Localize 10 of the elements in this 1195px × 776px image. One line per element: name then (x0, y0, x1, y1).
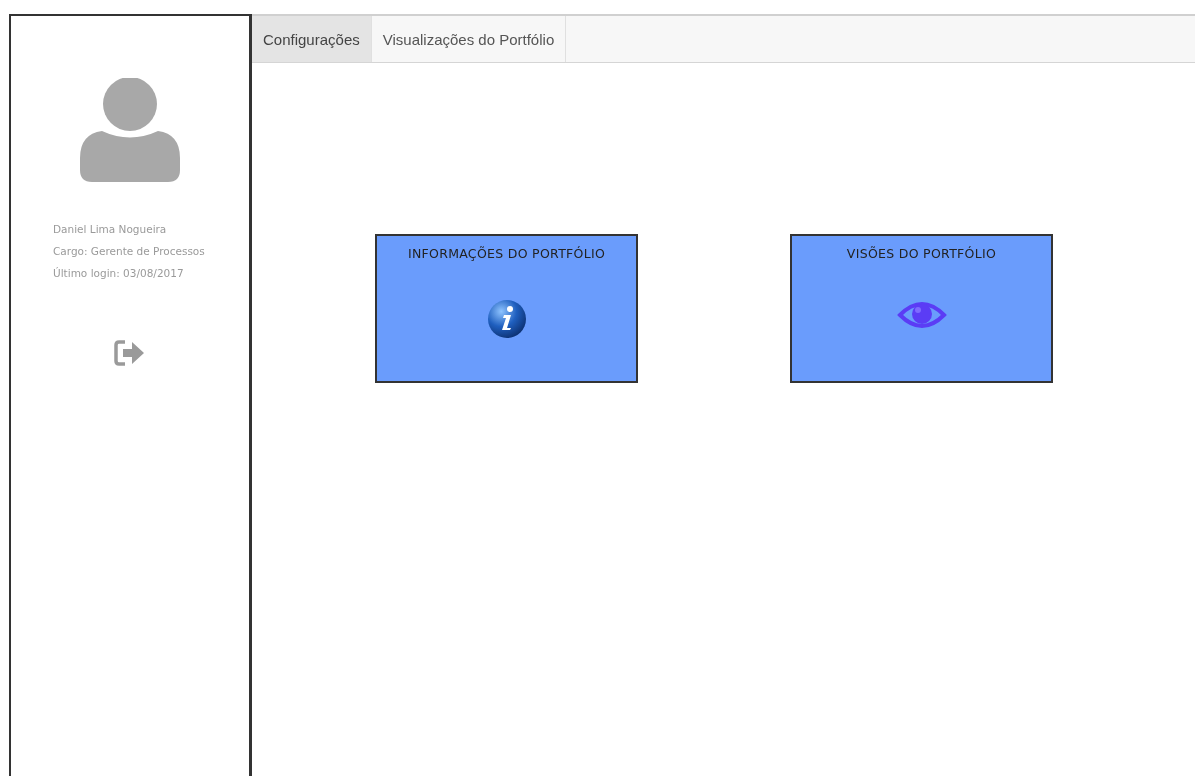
user-role: Cargo: Gerente de Processos (53, 245, 205, 257)
user-name: Daniel Lima Nogueira (53, 223, 167, 235)
user-avatar-icon (80, 78, 180, 182)
tab[interactable]: Visualizações do Portfólio (371, 16, 567, 62)
info-icon (486, 299, 527, 339)
portfolio-card[interactable]: INFORMAÇÕES DO PORTFÓLIO (375, 234, 638, 383)
last-login: Último login: 03/08/2017 (53, 267, 184, 279)
eye-icon (896, 299, 947, 331)
portfolio-card[interactable]: VISÕES DO PORTFÓLIO (790, 234, 1053, 383)
tab[interactable]: Configurações (252, 16, 372, 62)
